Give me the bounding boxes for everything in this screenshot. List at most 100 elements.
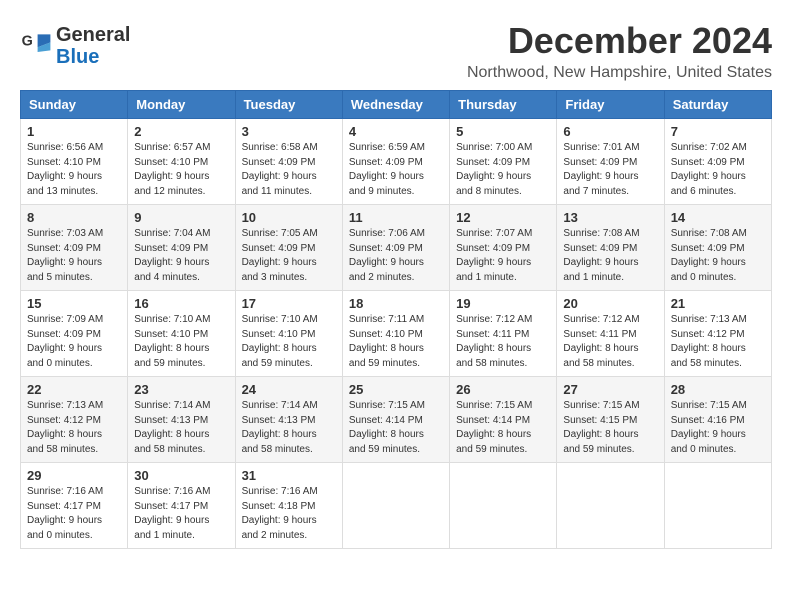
table-row: 21Sunrise: 7:13 AMSunset: 4:12 PMDayligh… bbox=[664, 291, 771, 377]
table-row: 4Sunrise: 6:59 AMSunset: 4:09 PMDaylight… bbox=[342, 119, 449, 205]
sunrise: Sunrise: 7:08 AM bbox=[563, 228, 639, 239]
day-number: 1 bbox=[27, 124, 121, 139]
daylight: Daylight: 8 hours and 59 minutes. bbox=[456, 429, 531, 455]
table-row: 16Sunrise: 7:10 AMSunset: 4:10 PMDayligh… bbox=[128, 291, 235, 377]
calendar-week-row: 8Sunrise: 7:03 AMSunset: 4:09 PMDaylight… bbox=[21, 205, 772, 291]
day-number: 18 bbox=[349, 296, 443, 311]
table-row: 25Sunrise: 7:15 AMSunset: 4:14 PMDayligh… bbox=[342, 377, 449, 463]
sunset: Sunset: 4:10 PM bbox=[27, 157, 101, 168]
day-info: Sunrise: 7:02 AMSunset: 4:09 PMDaylight:… bbox=[671, 141, 765, 199]
day-info: Sunrise: 7:16 AMSunset: 4:17 PMDaylight:… bbox=[27, 485, 121, 543]
day-info: Sunrise: 7:12 AMSunset: 4:11 PMDaylight:… bbox=[456, 313, 550, 371]
calendar-week-row: 22 Sunrise: 7:13 AMSunset: 4:12 PMDayligh… bbox=[21, 377, 772, 463]
sunset: Sunset: 4:18 PM bbox=[242, 501, 316, 512]
table-row: 14Sunrise: 7:08 AMSunset: 4:09 PMDayligh… bbox=[664, 205, 771, 291]
table-row: 27Sunrise: 7:15 AMSunset: 4:15 PMDayligh… bbox=[557, 377, 664, 463]
daylight: Daylight: 8 hours and 58 minutes. bbox=[671, 343, 746, 369]
sunrise: Sunrise: 7:16 AM bbox=[242, 486, 318, 497]
day-info: Sunrise: 7:16 AMSunset: 4:18 PMDaylight:… bbox=[242, 485, 336, 543]
daylight: Daylight: 8 hours and 58 minutes. bbox=[134, 429, 209, 455]
sunset: Sunset: 4:14 PM bbox=[349, 415, 423, 426]
sunset: Sunset: 4:12 PM bbox=[27, 415, 101, 426]
table-row: 19Sunrise: 7:12 AMSunset: 4:11 PMDayligh… bbox=[450, 291, 557, 377]
page-header: G General Blue December 2024 Northwood, … bbox=[20, 20, 772, 82]
day-number: 29 bbox=[27, 468, 121, 483]
sunrise: Sunrise: 7:10 AM bbox=[134, 314, 210, 325]
location-title: Northwood, New Hampshire, United States bbox=[467, 64, 772, 82]
calendar-week-row: 1 Sunrise: 6:56 AM Sunset: 4:10 PM Daylight… bbox=[21, 119, 772, 205]
sunset: Sunset: 4:13 PM bbox=[134, 415, 208, 426]
daylight: Daylight: 9 hours and 8 minutes. bbox=[456, 171, 531, 197]
day-info: Sunrise: 7:15 AMSunset: 4:16 PMDaylight:… bbox=[671, 399, 765, 457]
sunset: Sunset: 4:09 PM bbox=[456, 157, 530, 168]
daylight: Daylight: 8 hours and 58 minutes. bbox=[27, 429, 102, 455]
month-title: December 2024 bbox=[467, 20, 772, 62]
daylight: Daylight: 8 hours and 58 minutes. bbox=[563, 343, 638, 369]
daylight: Daylight: 9 hours and 12 minutes. bbox=[134, 171, 209, 197]
sunset: Sunset: 4:09 PM bbox=[671, 243, 745, 254]
day-info: Sunrise: 7:06 AMSunset: 4:09 PMDaylight:… bbox=[349, 227, 443, 285]
daylight: Daylight: 9 hours and 9 minutes. bbox=[349, 171, 424, 197]
sunset: Sunset: 4:17 PM bbox=[27, 501, 101, 512]
table-row: 29 Sunrise: 7:16 AMSunset: 4:17 PMDayligh… bbox=[21, 463, 128, 549]
day-number: 2 bbox=[134, 124, 228, 139]
day-number: 23 bbox=[134, 382, 228, 397]
sunrise: Sunrise: 7:16 AM bbox=[134, 486, 210, 497]
table-row bbox=[557, 463, 664, 549]
sunset: Sunset: 4:09 PM bbox=[242, 157, 316, 168]
sunrise: Sunrise: 6:59 AM bbox=[349, 142, 425, 153]
table-row: 22 Sunrise: 7:13 AMSunset: 4:12 PMDayligh… bbox=[21, 377, 128, 463]
sunrise: Sunrise: 7:15 AM bbox=[671, 400, 747, 411]
day-info: Sunrise: 7:07 AMSunset: 4:09 PMDaylight:… bbox=[456, 227, 550, 285]
calendar-week-row: 29Sunrise: 7:16 AMSunset: 4:17 PMDayligh… bbox=[21, 463, 772, 549]
day-number: 22 bbox=[27, 382, 121, 397]
sunset: Sunset: 4:10 PM bbox=[242, 329, 316, 340]
table-row: 20Sunrise: 7:12 AMSunset: 4:11 PMDayligh… bbox=[557, 291, 664, 377]
sunrise: Sunrise: 7:15 AM bbox=[563, 400, 639, 411]
daylight: Daylight: 9 hours and 1 minute. bbox=[563, 257, 638, 283]
svg-text:G: G bbox=[22, 34, 33, 50]
table-row: 9Sunrise: 7:04 AMSunset: 4:09 PMDaylight… bbox=[128, 205, 235, 291]
day-info: Sunrise: 7:09 AMSunset: 4:09 PMDaylight:… bbox=[27, 313, 121, 371]
table-row: 31Sunrise: 7:16 AMSunset: 4:18 PMDayligh… bbox=[235, 463, 342, 549]
day-info: Sunrise: 7:15 AMSunset: 4:14 PMDaylight:… bbox=[349, 399, 443, 457]
day-number: 8 bbox=[27, 210, 121, 225]
daylight: Daylight: 9 hours and 5 minutes. bbox=[27, 257, 102, 283]
day-info: Sunrise: 7:13 AMSunset: 4:12 PMDaylight:… bbox=[27, 399, 121, 457]
header-monday: Monday bbox=[128, 91, 235, 119]
sunrise: Sunrise: 6:58 AM bbox=[242, 142, 318, 153]
table-row bbox=[342, 463, 449, 549]
table-row bbox=[664, 463, 771, 549]
day-info: Sunrise: 7:12 AMSunset: 4:11 PMDaylight:… bbox=[563, 313, 657, 371]
sunrise: Sunrise: 7:11 AM bbox=[349, 314, 424, 325]
sunrise: Sunrise: 7:00 AM bbox=[456, 142, 532, 153]
day-number: 6 bbox=[563, 124, 657, 139]
daylight: Daylight: 9 hours and 11 minutes. bbox=[242, 171, 317, 197]
daylight: Daylight: 8 hours and 59 minutes. bbox=[134, 343, 209, 369]
table-row: 11 Sunrise: 7:06 AMSunset: 4:09 PMDayligh… bbox=[342, 205, 449, 291]
daylight: Daylight: 8 hours and 59 minutes. bbox=[349, 343, 424, 369]
table-row: 10Sunrise: 7:05 AMSunset: 4:09 PMDayligh… bbox=[235, 205, 342, 291]
day-info: Sunrise: 7:08 AMSunset: 4:09 PMDaylight:… bbox=[671, 227, 765, 285]
day-number: 11 bbox=[349, 210, 443, 225]
day-info: Sunrise: 7:14 AMSunset: 4:13 PMDaylight:… bbox=[242, 399, 336, 457]
day-number: 27 bbox=[563, 382, 657, 397]
sunrise: Sunrise: 7:01 AM bbox=[563, 142, 639, 153]
table-row: 24Sunrise: 7:14 AMSunset: 4:13 PMDayligh… bbox=[235, 377, 342, 463]
header-saturday: Saturday bbox=[664, 91, 771, 119]
sunset: Sunset: 4:09 PM bbox=[134, 243, 208, 254]
logo: G General Blue bbox=[20, 24, 130, 68]
daylight: Daylight: 9 hours and 2 minutes. bbox=[349, 257, 424, 283]
sunset: Sunset: 4:09 PM bbox=[242, 243, 316, 254]
sunrise: Sunrise: 7:04 AM bbox=[134, 228, 210, 239]
sunrise: Sunrise: 6:56 AM bbox=[27, 142, 103, 153]
day-number: 31 bbox=[242, 468, 336, 483]
calendar-week-row: 15Sunrise: 7:09 AMSunset: 4:09 PMDayligh… bbox=[21, 291, 772, 377]
daylight: Daylight: 9 hours and 1 minute. bbox=[134, 515, 209, 541]
sunrise: Sunrise: 7:02 AM bbox=[671, 142, 747, 153]
table-row bbox=[450, 463, 557, 549]
day-info: Sunrise: 6:59 AMSunset: 4:09 PMDaylight:… bbox=[349, 141, 443, 199]
logo-line2: Blue bbox=[56, 46, 130, 68]
table-row: 23Sunrise: 7:14 AMSunset: 4:13 PMDayligh… bbox=[128, 377, 235, 463]
day-info: Sunrise: 7:01 AMSunset: 4:09 PMDaylight:… bbox=[563, 141, 657, 199]
